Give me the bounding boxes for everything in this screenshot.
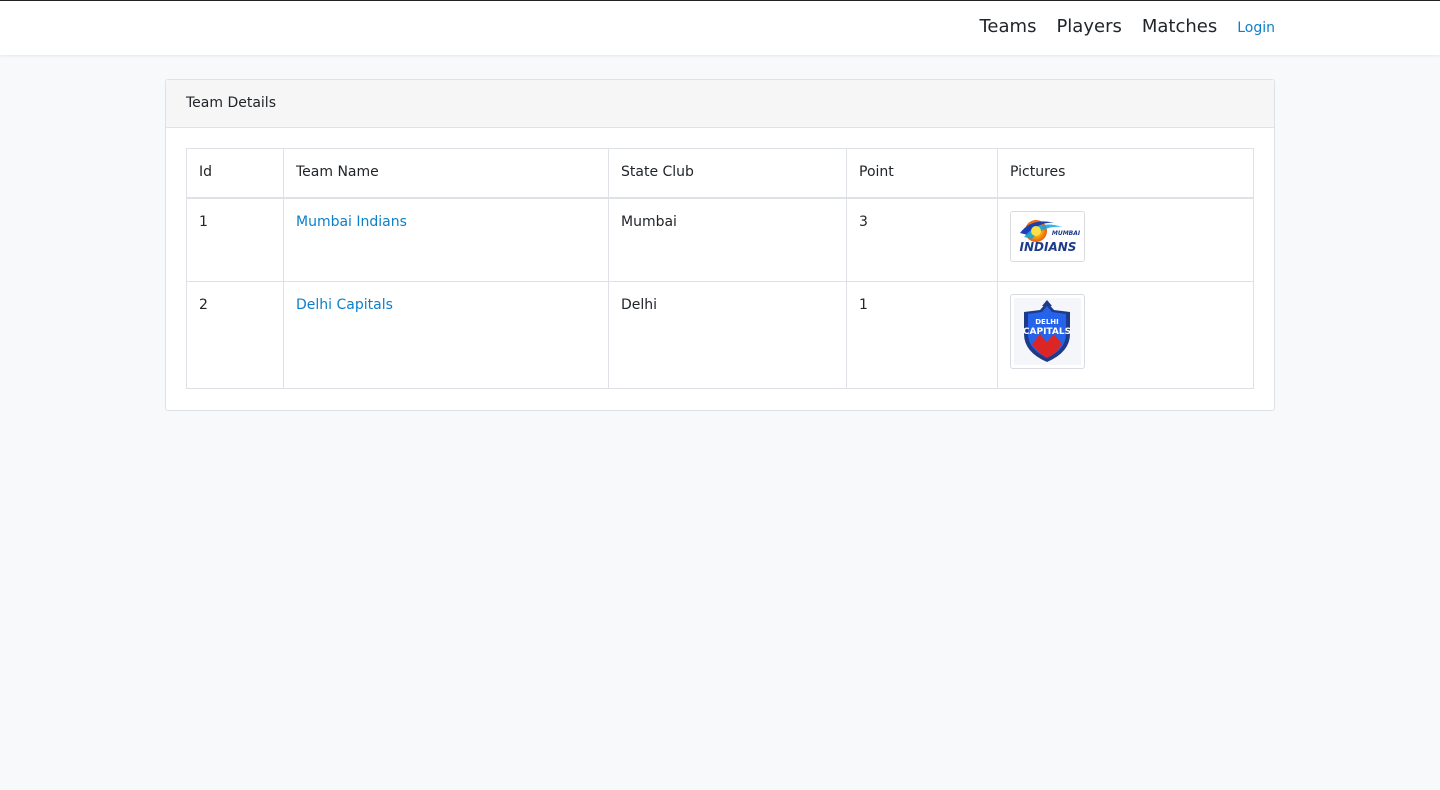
- cell-picture: DELHI CAPITALS: [997, 280, 1254, 389]
- delhi-logo-line1: DELHI: [1035, 318, 1059, 326]
- nav-players-link[interactable]: Players: [1056, 16, 1121, 37]
- delhi-logo-line2: CAPITALS: [1023, 327, 1071, 337]
- cell-point: 3: [846, 197, 998, 282]
- teams-table: Id Team Name State Club Point Pictures 1…: [186, 148, 1254, 389]
- mumbai-indians-logo: MUMBAI INDIANS: [1010, 210, 1085, 262]
- table-header-row: Id Team Name State Club Point Pictures: [186, 148, 1254, 199]
- nav-menu: Teams Players Matches Login: [980, 16, 1276, 37]
- nav-teams-link[interactable]: Teams: [980, 16, 1037, 37]
- table-row: 1 Mumbai Indians Mumbai 3 MUMBAI INDIANS: [186, 197, 1254, 282]
- cell-team-name: Delhi Capitals: [283, 280, 609, 389]
- nav-matches-link[interactable]: Matches: [1142, 16, 1217, 37]
- team-link-delhi-capitals[interactable]: Delhi Capitals: [296, 297, 393, 313]
- column-header-id: Id: [186, 148, 284, 199]
- card-body: Id Team Name State Club Point Pictures 1…: [166, 128, 1274, 409]
- column-header-point: Point: [846, 148, 998, 199]
- cell-state-club: Mumbai: [608, 197, 847, 282]
- delhi-capitals-logo-icon: DELHI CAPITALS: [1014, 297, 1081, 365]
- cell-state-club: Delhi: [608, 280, 847, 389]
- delhi-capitals-logo: DELHI CAPITALS: [1010, 293, 1085, 369]
- mumbai-logo-line2: INDIANS: [1020, 240, 1077, 254]
- cell-picture: MUMBAI INDIANS: [997, 197, 1254, 282]
- cell-point: 1: [846, 280, 998, 389]
- table-row: 2 Delhi Capitals Delhi 1 DELHI CAPITALS: [186, 280, 1254, 389]
- cell-id: 2: [186, 280, 284, 389]
- card-header: Team Details: [166, 80, 1274, 128]
- cell-id: 1: [186, 197, 284, 282]
- mumbai-indians-logo-icon: MUMBAI INDIANS: [1020, 219, 1081, 254]
- top-navbar: Teams Players Matches Login: [0, 0, 1440, 55]
- nav-login-link[interactable]: Login: [1237, 20, 1275, 36]
- team-link-mumbai-indians[interactable]: Mumbai Indians: [296, 214, 407, 230]
- column-header-pictures: Pictures: [997, 148, 1254, 199]
- cell-team-name: Mumbai Indians: [283, 197, 609, 282]
- column-header-team-name: Team Name: [283, 148, 609, 199]
- column-header-state-club: State Club: [608, 148, 847, 199]
- mumbai-logo-line1: MUMBAI: [1052, 230, 1081, 237]
- team-details-card: Team Details Id Team Name State Club Poi…: [165, 79, 1275, 411]
